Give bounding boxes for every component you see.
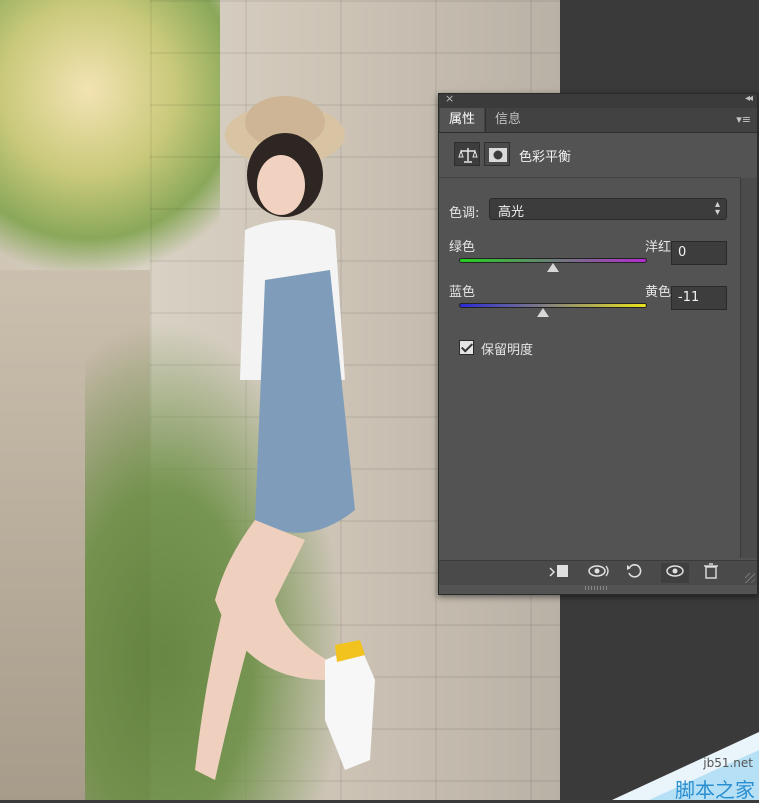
watermark-name: 脚本之家 (675, 778, 755, 802)
divider (439, 177, 741, 178)
panel-footer (439, 560, 757, 585)
tone-row: 色调: 高光 ▴ ▾ (449, 198, 739, 222)
adjustment-header: 色彩平衡 (439, 134, 757, 174)
tone-value: 高光 (498, 205, 525, 220)
slider-left-label: 蓝色 (449, 285, 476, 300)
slider-blue-yellow: 蓝色 黄色 -11 (449, 281, 749, 321)
tone-label: 色调: (449, 206, 480, 221)
visibility-eye-icon[interactable] (661, 563, 689, 583)
reset-icon[interactable] (621, 563, 649, 583)
collapse-icon[interactable]: ◂◂ (745, 93, 753, 104)
trash-icon[interactable] (697, 563, 725, 583)
slider-right-label: 洋红 (644, 240, 671, 255)
slider-thumb[interactable] (547, 263, 559, 272)
watermark-site: jb51.net (703, 756, 753, 770)
tab-info[interactable]: 信息 (485, 108, 530, 132)
view-previous-state-icon[interactable] (585, 563, 613, 583)
close-icon[interactable]: × (445, 92, 454, 105)
blue-yellow-track[interactable] (459, 303, 647, 308)
balance-scale-icon[interactable] (454, 142, 480, 166)
green-magenta-input[interactable]: 0 (671, 241, 727, 265)
slider-green-magenta: 绿色 洋红 0 (449, 236, 749, 276)
panel-drag-grip[interactable] (585, 586, 609, 590)
layer-mask-icon[interactable] (484, 142, 510, 166)
watermark: jb51.net 脚本之家 (612, 732, 759, 802)
photo-person (195, 96, 375, 780)
blue-yellow-input[interactable]: -11 (671, 286, 727, 310)
panel-titlebar[interactable]: × ◂◂ (439, 92, 757, 108)
panel-menu-icon[interactable]: ▾≡ (736, 113, 751, 126)
panel-scrollbar[interactable] (740, 178, 757, 558)
properties-panel: × ◂◂ 属性 信息 ▾≡ 色彩平衡 色调: 高光 ▴ ▾ 绿色 洋红 0 蓝色… (438, 92, 758, 595)
resize-grip[interactable] (745, 573, 755, 583)
slider-thumb[interactable] (536, 308, 549, 317)
preserve-luminosity-checkbox[interactable] (459, 340, 474, 355)
select-arrows-icon: ▴ ▾ (714, 199, 720, 218)
slider-right-label: 黄色 (644, 285, 671, 300)
tone-select[interactable]: 高光 ▴ ▾ (489, 198, 727, 220)
preserve-luminosity-label: 保留明度 (481, 343, 534, 358)
tab-properties[interactable]: 属性 (440, 108, 485, 132)
slider-left-label: 绿色 (449, 240, 476, 255)
clip-to-layer-icon[interactable] (545, 563, 573, 583)
adjustment-title: 色彩平衡 (519, 150, 572, 165)
panel-tabs: 属性 信息 ▾≡ (439, 108, 757, 133)
